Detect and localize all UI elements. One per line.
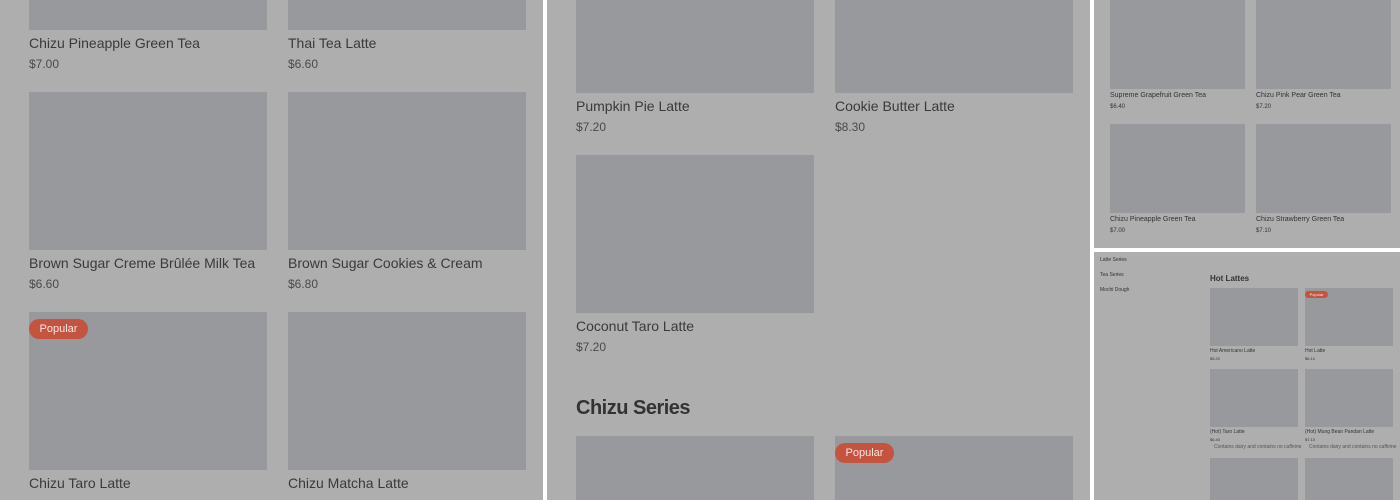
product-name[interactable]: Supreme Grapefruit Green Tea — [1110, 92, 1206, 99]
product-image[interactable] — [288, 92, 526, 250]
product-name[interactable]: Chizu Pineapple Green Tea — [1110, 216, 1195, 223]
product-image[interactable] — [1305, 369, 1393, 427]
product-name[interactable]: Chizu Strawberry Green Tea — [1256, 216, 1344, 223]
section-title: Chizu Series — [576, 397, 691, 419]
product-image[interactable] — [1210, 369, 1298, 427]
menu-panel-4: Latte Series Tea Series Mochi Dough Hot … — [1094, 252, 1400, 500]
product-name[interactable]: Cookie Butter Latte — [835, 98, 955, 114]
product-name[interactable]: Pumpkin Pie Latte — [576, 98, 690, 114]
product-image[interactable] — [1256, 124, 1391, 213]
product-image[interactable] — [576, 155, 814, 313]
product-price: $7.20 — [576, 120, 607, 134]
product-name[interactable]: (Hot) Mung Bean Pandan Latte — [1305, 429, 1374, 435]
product-name[interactable]: Brown Sugar Cookies & Cream — [288, 255, 483, 271]
product-image[interactable] — [29, 92, 267, 250]
product-price: $8.30 — [835, 120, 866, 134]
product-image[interactable] — [288, 0, 526, 30]
product-image[interactable] — [288, 312, 526, 470]
product-note: Contains dairy and contains no caffeine — [1214, 444, 1302, 450]
product-name[interactable]: Chizu Taro Latte — [29, 475, 131, 491]
product-image[interactable] — [576, 436, 814, 500]
product-image[interactable] — [576, 0, 814, 93]
product-name[interactable]: Coconut Taro Latte — [576, 318, 694, 334]
product-image[interactable] — [1110, 124, 1245, 213]
product-price: $6.60 — [288, 57, 319, 71]
product-price: $7.10 — [1305, 437, 1316, 442]
product-name[interactable]: (Hot) Taro Latte — [1210, 429, 1245, 435]
popular-badge: Popular — [1305, 291, 1328, 298]
product-image[interactable] — [1256, 0, 1391, 89]
menu-panel-3: Supreme Grapefruit Green Tea $6.40 Chizu… — [1094, 0, 1400, 248]
nav-item-mochi-dough[interactable]: Mochi Dough — [1100, 287, 1129, 293]
menu-panel-2: Pumpkin Pie Latte $7.20 Cookie Butter La… — [547, 0, 1090, 500]
nav-item-tea-series[interactable]: Tea Series — [1100, 272, 1124, 278]
product-price: $7.10 — [1256, 228, 1272, 234]
product-price: $6.40 — [1110, 104, 1126, 110]
menu-panel-1: Chizu Pineapple Green Tea $7.00 Thai Tea… — [0, 0, 543, 500]
product-image[interactable] — [835, 0, 1073, 93]
product-name[interactable]: Thai Tea Latte — [288, 35, 376, 51]
product-price: $6.60 — [29, 277, 60, 291]
section-title: Hot Lattes — [1210, 274, 1250, 283]
product-name[interactable]: Chizu Pink Pear Green Tea — [1256, 92, 1341, 99]
product-image[interactable] — [1305, 458, 1393, 500]
product-price: $7.00 — [29, 57, 60, 71]
product-name[interactable]: Brown Sugar Creme Brûlée Milk Tea — [29, 255, 255, 271]
popular-badge: Popular — [29, 319, 88, 339]
product-image[interactable] — [1110, 0, 1245, 89]
product-price: $6.80 — [288, 277, 319, 291]
nav-item-latte-series[interactable]: Latte Series — [1100, 257, 1127, 263]
product-name[interactable]: Hot Latte — [1305, 348, 1325, 354]
product-image[interactable] — [29, 0, 267, 30]
product-name[interactable]: Chizu Matcha Latte — [288, 475, 409, 491]
popular-badge: Popular — [835, 443, 894, 463]
product-name[interactable]: Chizu Pineapple Green Tea — [29, 35, 200, 51]
product-image[interactable] — [1210, 458, 1298, 500]
product-image[interactable] — [1210, 288, 1298, 346]
product-price: $6.40 — [1210, 437, 1221, 442]
product-price: $7.00 — [1110, 228, 1126, 234]
product-price: $7.20 — [1256, 104, 1272, 110]
product-name[interactable]: Hot Americano Latte — [1210, 348, 1255, 354]
product-note: Contains dairy and contains no caffeine — [1309, 444, 1397, 450]
product-price: $5.20 — [1210, 356, 1221, 361]
product-price: $7.20 — [576, 340, 607, 354]
product-price: $6.10 — [1305, 356, 1316, 361]
